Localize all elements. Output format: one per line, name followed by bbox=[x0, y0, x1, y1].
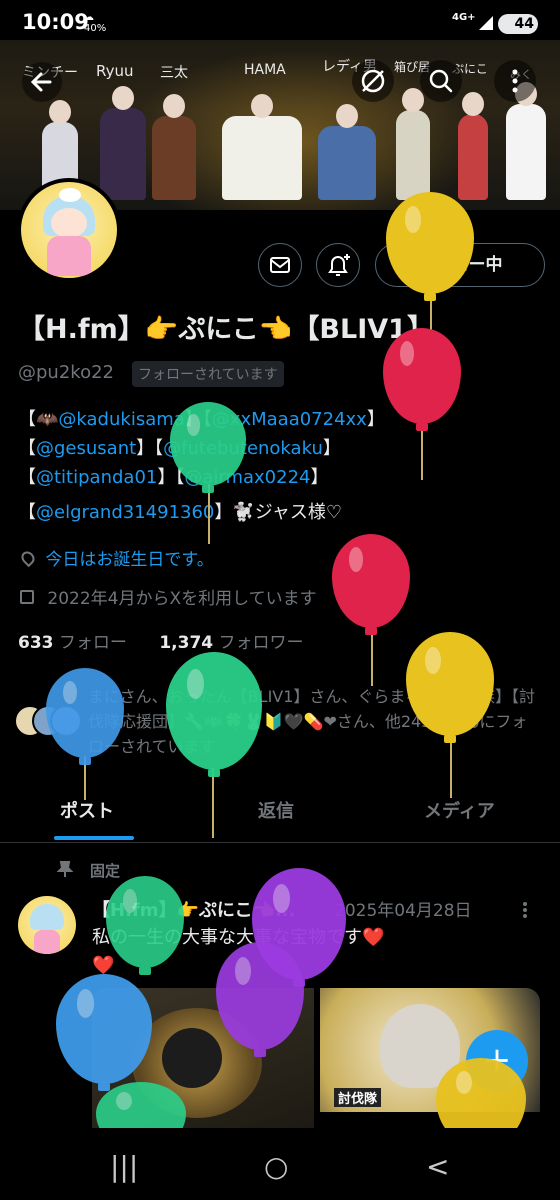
arrow-left-icon bbox=[30, 72, 52, 92]
grok-icon bbox=[361, 69, 385, 93]
post-date: 2025年04月28日 bbox=[334, 901, 472, 921]
back-button[interactable] bbox=[22, 62, 62, 102]
profile-avatar[interactable] bbox=[17, 178, 121, 282]
network-indicator: 4G+ bbox=[452, 12, 476, 23]
follow-stats: 633 フォロー 1,374 フォロワー bbox=[18, 628, 304, 653]
mention-link[interactable]: @titipanda01 bbox=[36, 467, 157, 488]
bell-plus-icon bbox=[328, 254, 350, 276]
banner-name: Ryuu bbox=[96, 62, 134, 80]
mention-link[interactable]: @elgrand31491360 bbox=[36, 502, 214, 523]
message-button[interactable] bbox=[258, 243, 302, 287]
follows-you-badge: フォローされています bbox=[132, 361, 284, 387]
pinned-label: 固定 bbox=[90, 862, 121, 880]
weather-indicator: ☁ 40% bbox=[84, 12, 107, 34]
birthday-row: 今日はお誕生日です。 bbox=[18, 545, 214, 570]
bio-text: 】🐩ジャス様♡ bbox=[214, 502, 343, 523]
status-time: 10:09 bbox=[22, 10, 89, 34]
bio-text: 【 bbox=[18, 467, 36, 488]
following-count: 633 bbox=[18, 633, 54, 653]
media-caption: 討伐隊 bbox=[334, 1088, 382, 1107]
bio-text: 】【 bbox=[136, 438, 164, 459]
pin-icon bbox=[56, 861, 74, 877]
search-button[interactable] bbox=[420, 60, 462, 102]
battery-indicator: 44 bbox=[498, 14, 538, 34]
recent-apps-button[interactable]: ||| bbox=[110, 1150, 138, 1183]
bio-text: 【 bbox=[18, 502, 36, 523]
joined-text: 2022年4月からXを利用しています bbox=[47, 589, 317, 609]
grok-button[interactable] bbox=[352, 60, 394, 102]
signal-icon bbox=[479, 16, 493, 30]
mention-link[interactable]: @gesusant bbox=[36, 438, 136, 459]
calendar-icon bbox=[20, 590, 34, 604]
following-link[interactable]: 633 フォロー bbox=[18, 633, 127, 653]
balloon-decoration bbox=[332, 534, 410, 635]
bio-line: 【@titipanda01】【@airmax0224】 bbox=[18, 463, 328, 489]
display-name: 【H.fm】👉ぷにこ👈【BLIV1】 bbox=[18, 314, 434, 345]
joined-row: 2022年4月からXを利用しています bbox=[18, 584, 317, 609]
divider bbox=[0, 842, 560, 843]
post-more-icon[interactable] bbox=[518, 900, 532, 920]
banner-name: HAMA bbox=[244, 62, 286, 78]
balloon-decoration bbox=[383, 328, 461, 431]
bio-text: 】 bbox=[310, 467, 329, 488]
birthday-text[interactable]: 今日はお誕生日です。 bbox=[45, 550, 213, 570]
bio-text: 【🦇 bbox=[18, 409, 59, 430]
post-author-avatar[interactable] bbox=[18, 896, 76, 954]
system-back-button[interactable]: < bbox=[426, 1150, 449, 1183]
followers-link[interactable]: 1,374 フォロワー bbox=[159, 633, 303, 653]
home-button[interactable]: ○ bbox=[264, 1150, 288, 1183]
tab-media[interactable]: メディア bbox=[424, 797, 495, 823]
tab-replies[interactable]: 返信 bbox=[258, 797, 294, 823]
bio-text: 【 bbox=[18, 438, 36, 459]
more-options-button[interactable] bbox=[494, 60, 536, 102]
active-tab-indicator bbox=[54, 836, 134, 840]
location-pin-icon bbox=[18, 548, 38, 568]
followers-count: 1,374 bbox=[159, 633, 214, 653]
followers-label: フォロワー bbox=[218, 633, 304, 653]
bio-text: 】 bbox=[366, 409, 385, 430]
user-handle: @pu2ko22 bbox=[18, 362, 114, 383]
following-label: フォロー bbox=[58, 633, 127, 653]
more-vertical-icon bbox=[512, 69, 518, 93]
notification-button[interactable] bbox=[316, 243, 360, 287]
mention-link[interactable]: @kadukisama bbox=[58, 409, 184, 430]
banner-name: 三太 bbox=[160, 65, 188, 81]
bio-line: 【@elgrand31491360】🐩ジャス様♡ bbox=[18, 498, 342, 524]
tab-posts[interactable]: ポスト bbox=[60, 797, 114, 823]
bio-text: 】 bbox=[322, 438, 341, 459]
mail-icon bbox=[270, 257, 290, 273]
search-icon bbox=[429, 69, 453, 93]
